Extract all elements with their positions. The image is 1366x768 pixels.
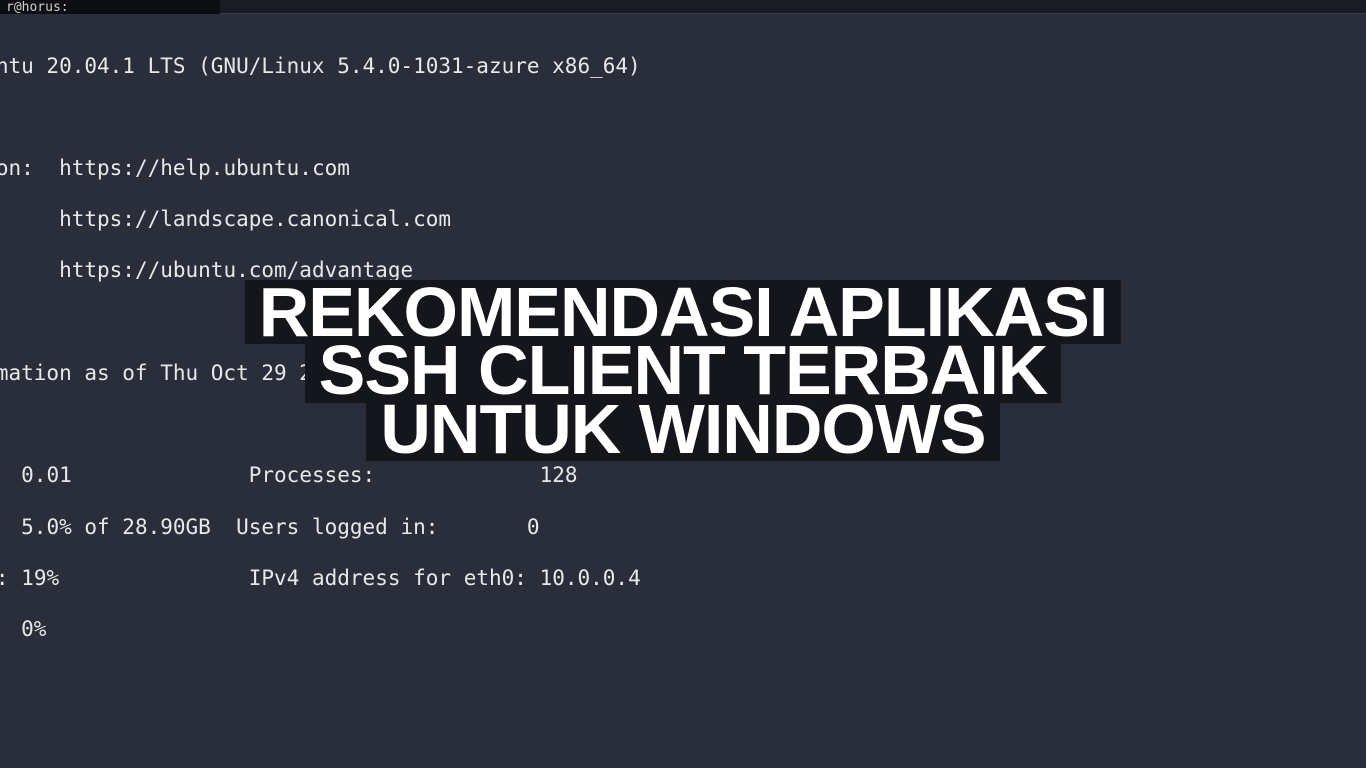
tab-label: r@horus: xyxy=(6,0,69,14)
terminal-output[interactable]: to Ubuntu 20.04.1 LTS (GNU/Linux 5.4.0-1… xyxy=(0,14,1366,768)
blank xyxy=(0,719,1366,745)
blank xyxy=(0,310,1366,336)
terminal-tab[interactable]: r@horus: xyxy=(0,0,220,14)
blank xyxy=(0,412,1366,438)
sysinfo-row3: usage: 19% IPv4 address for eth0: 10.0.0… xyxy=(0,566,1366,592)
blank xyxy=(0,668,1366,694)
sysinfo-row1: load: 0.01 Processes: 128 xyxy=(0,463,1366,489)
sysinfo-row4: sage: 0% xyxy=(0,617,1366,643)
motd-doc: entation: https://help.ubuntu.com xyxy=(0,156,1366,182)
sysinfo-head: information as of Thu Oct 29 20:59:35 UT… xyxy=(0,361,1366,387)
motd-welcome: to Ubuntu 20.04.1 LTS (GNU/Linux 5.4.0-1… xyxy=(0,54,1366,80)
motd-mgmt: ement: https://landscape.canonical.com xyxy=(0,207,1366,233)
sysinfo-row2: of /: 5.0% of 28.90GB Users logged in: 0 xyxy=(0,515,1366,541)
blank xyxy=(0,105,1366,131)
window-titlebar: r@horus: xyxy=(0,0,1366,14)
motd-support: rt: https://ubuntu.com/advantage xyxy=(0,258,1366,284)
